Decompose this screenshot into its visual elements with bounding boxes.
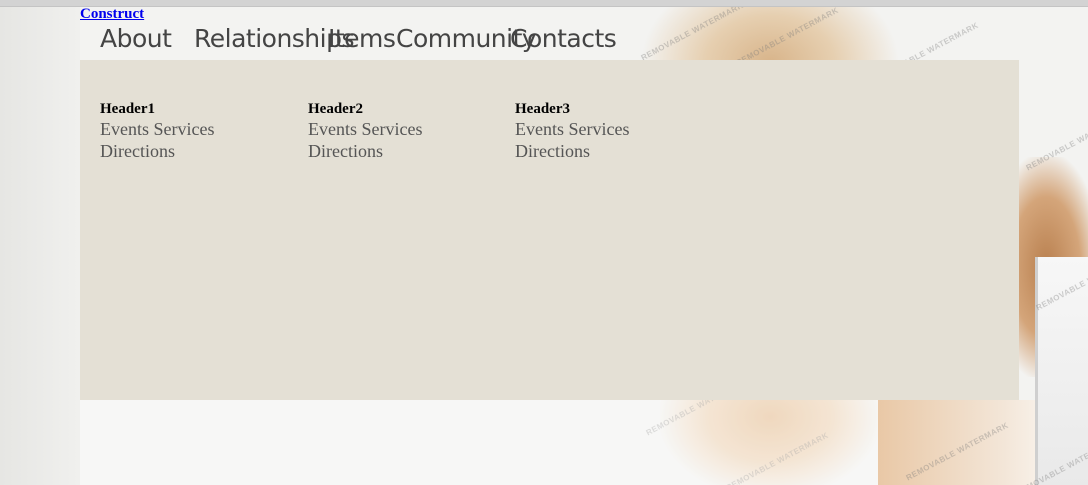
brand-link[interactable]: Construct <box>80 6 144 23</box>
menu-link-directions[interactable]: Directions <box>515 140 629 162</box>
column-header: Header3 <box>515 101 570 117</box>
menu-link-directions[interactable]: Directions <box>308 140 422 162</box>
menu-link-events-services[interactable]: Events Services <box>308 118 422 140</box>
menu-column-3: Header3 Events Services Directions <box>515 100 629 162</box>
column-header: Header1 <box>100 101 155 117</box>
menu-link-directions[interactable]: Directions <box>100 140 214 162</box>
nav-item-items[interactable]: Items <box>328 24 396 53</box>
background-left <box>0 7 80 485</box>
menu-column-1: Header1 Events Services Directions <box>100 100 214 162</box>
menu-link-events-services[interactable]: Events Services <box>100 118 214 140</box>
nav-item-contacts[interactable]: Contacts <box>510 24 617 53</box>
browser-top-border <box>0 0 1088 7</box>
menu-link-events-services[interactable]: Events Services <box>515 118 629 140</box>
menu-column-2: Header2 Events Services Directions <box>308 100 422 162</box>
column-header: Header2 <box>308 101 363 117</box>
content-panel <box>80 400 878 485</box>
mega-menu-dropdown: Header1 Events Services Directions Heade… <box>80 60 1019 400</box>
